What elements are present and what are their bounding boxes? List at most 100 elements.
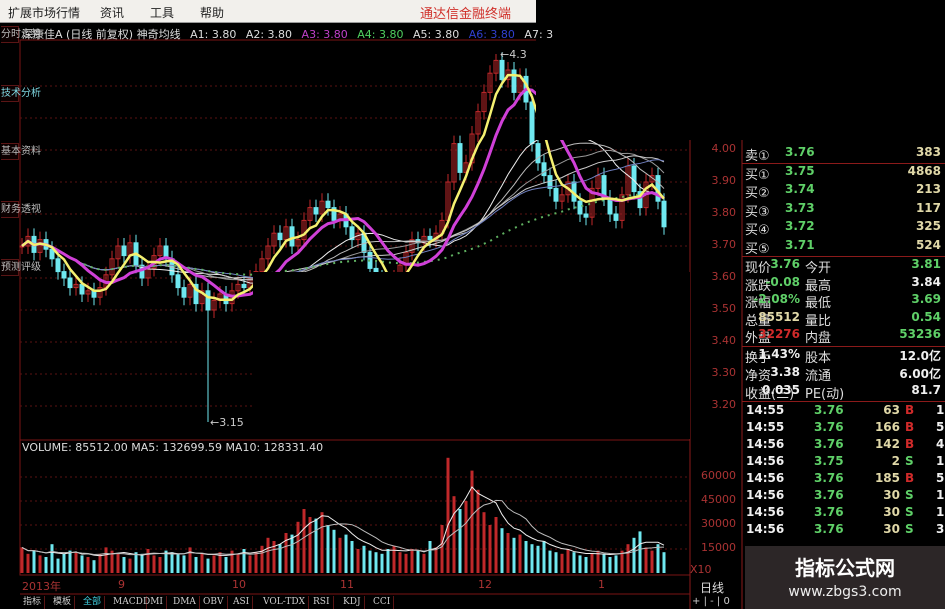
indicator-title: 深康佳A (日线 前复权) 神奇均线 A1: 3.80 A2: 3.80 A3:…: [22, 26, 559, 42]
order-buy-price: 3.74: [785, 182, 815, 196]
tab-kdj[interactable]: KDJ: [340, 596, 365, 609]
candle-down: [577, 200, 583, 215]
tab-asi[interactable]: ASI: [230, 596, 254, 609]
volume-bar: [476, 489, 480, 573]
trade-side: B: [905, 420, 915, 434]
price-axis-label: 3.70: [711, 238, 737, 251]
volume-bar: [248, 555, 252, 573]
trade-count: 1: [936, 488, 945, 502]
sidebar-tab-fundamentals[interactable]: 基本资料: [1, 143, 41, 160]
volume-bar: [644, 547, 648, 573]
order-buy-volume: 117: [915, 200, 941, 215]
volume-bar: [314, 518, 318, 573]
order-buy-price: 3.75: [785, 163, 815, 178]
kline-chart[interactable]: ←3.15 ←4.3: [0, 0, 945, 609]
sidebar-tab-intraday[interactable]: 分时走势: [1, 26, 41, 43]
candle-down: [553, 187, 559, 202]
volume-bar: [74, 552, 78, 573]
volume-bar: [182, 555, 186, 573]
tab-rsi[interactable]: RSI: [310, 596, 334, 609]
stat-value: -2.08%: [753, 292, 800, 306]
menu-tools[interactable]: 工具: [150, 4, 174, 21]
volume-bar: [404, 553, 408, 573]
volume-bar: [536, 545, 540, 573]
menu-help[interactable]: 帮助: [200, 4, 224, 21]
trade-side: S: [905, 522, 914, 536]
volume-bar: [224, 557, 228, 573]
menu-bar: 扩展市场行情 资讯 工具 帮助 通达信金融终端: [0, 0, 536, 23]
info-label: 股本: [805, 351, 832, 366]
volume-bar: [578, 555, 582, 573]
volume-bar: [482, 512, 486, 573]
order-sell-label: 卖①: [745, 149, 770, 164]
tab-vol-tdx[interactable]: VOL-TDX: [260, 596, 310, 609]
sidebar-tab-technical[interactable]: 技术分析: [1, 85, 41, 102]
volume-axis-label: 45000: [701, 493, 736, 506]
volume-bar: [98, 553, 102, 573]
stat-value: 3.81: [911, 257, 941, 271]
volume-bar: [368, 550, 372, 573]
period-label: 日线: [700, 581, 725, 595]
volume-bar: [650, 550, 654, 573]
order-buy-volume: 213: [915, 182, 941, 196]
trade-volume: 2: [891, 454, 900, 468]
zoom-out-button[interactable]: -: [710, 596, 714, 607]
menu-news[interactable]: 资讯: [100, 4, 124, 21]
trade-side: S: [905, 454, 914, 468]
stock-title: 深康佳A (日线 前复权) 神奇均线: [22, 28, 181, 41]
volume-bar: [494, 517, 498, 573]
trade-count: 3: [936, 522, 945, 536]
volume-bar: [410, 549, 414, 573]
volume-bar: [158, 557, 162, 573]
volume-bar: [146, 549, 150, 573]
tab-全部[interactable]: 全部: [80, 596, 106, 609]
tab-dma[interactable]: DMA: [170, 596, 200, 609]
candle-down: [457, 143, 463, 173]
candle-down: [583, 213, 589, 218]
volume-bar: [344, 534, 348, 573]
order-buy-price: 3.73: [785, 200, 815, 215]
zoom-in-button[interactable]: +: [692, 596, 700, 607]
tab-dmi[interactable]: DMI: [140, 596, 167, 609]
volume-bar: [380, 553, 384, 573]
candle-down: [427, 235, 433, 241]
tab-指标[interactable]: 指标: [20, 596, 46, 609]
info-value: 6.00亿: [899, 367, 941, 381]
volume-axis-label: 60000: [701, 469, 736, 482]
volume-bar: [44, 557, 48, 573]
trade-count: 1: [936, 505, 945, 519]
info-value: 0.035: [762, 383, 800, 397]
tab-obv[interactable]: OBV: [200, 596, 228, 609]
menu-market[interactable]: 扩展市场行情: [8, 4, 80, 21]
stat-label: 内盘: [805, 331, 832, 346]
volume-bar: [38, 555, 42, 573]
volume-bar: [554, 552, 558, 573]
zoom-buttons: + | - | 0: [692, 596, 730, 607]
sidebar-tab-rating[interactable]: 预测评级: [1, 259, 41, 276]
tab-模板[interactable]: 模板: [50, 596, 76, 609]
volume-axis-label: 30000: [701, 517, 736, 530]
info-value: 12.0亿: [899, 349, 941, 363]
volume-bar: [80, 555, 84, 573]
watermark-url: www.zbgs3.com: [788, 584, 902, 600]
a3-value: A3: 3.80: [301, 28, 348, 41]
candle-down: [205, 290, 211, 311]
volume-ma10-line: [21, 499, 665, 556]
volume-bar: [518, 534, 522, 573]
tab-cci[interactable]: CCI: [370, 596, 395, 609]
volume-bar: [470, 470, 474, 573]
order-buy-label: 买②: [745, 186, 770, 201]
volume-bar: [422, 553, 426, 573]
order-buy-label: 买④: [745, 223, 770, 238]
volume-bar: [284, 533, 288, 573]
price-axis-label: 3.80: [711, 206, 737, 219]
candle-down: [313, 207, 319, 215]
candle-down: [661, 200, 667, 228]
zoom-reset-button[interactable]: 0: [723, 596, 729, 607]
sidebar-tab-financials[interactable]: 财务透视: [1, 201, 41, 218]
volume-bar: [614, 555, 618, 573]
volume-bar: [260, 545, 264, 573]
volume-axis-label: 15000: [701, 541, 736, 554]
price-axis-label: 3.90: [711, 174, 737, 187]
date-label: 1: [598, 578, 605, 591]
